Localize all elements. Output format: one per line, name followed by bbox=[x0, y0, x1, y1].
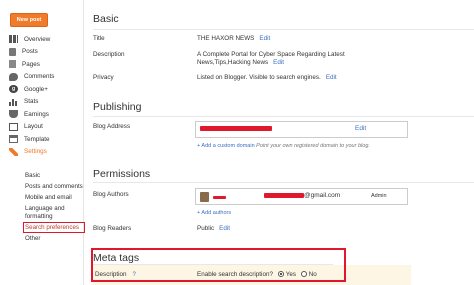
permissions-heading: Permissions bbox=[93, 168, 151, 180]
title-edit-link[interactable]: Edit bbox=[259, 35, 270, 42]
blog-authors-label: Blog Authors bbox=[93, 191, 129, 198]
blog-authors-box: @gmail.com Admin bbox=[195, 188, 408, 205]
custom-domain-hint: + Add a custom domain Point your own reg… bbox=[197, 143, 370, 149]
radio-no-label: No bbox=[308, 271, 317, 278]
author-role: Admin bbox=[371, 193, 387, 199]
title-label: Title bbox=[93, 35, 105, 42]
privacy-label: Privacy bbox=[93, 74, 114, 81]
blog-address-box: Edit bbox=[195, 121, 408, 138]
overview-icon bbox=[9, 35, 18, 44]
blog-description-value: A Complete Portal for Cyber Space Regard… bbox=[197, 51, 345, 66]
sidebar-item-label: Template bbox=[24, 135, 50, 143]
avatar bbox=[200, 192, 209, 202]
blog-readers-value: Public bbox=[197, 225, 215, 232]
search-description-question-row: Enable search description? Yes No bbox=[197, 271, 317, 278]
add-authors-row: + Add authors bbox=[197, 210, 231, 216]
custom-domain-hint-text: Point your own registered domain to your… bbox=[256, 143, 370, 149]
redacted-email bbox=[264, 193, 304, 198]
radio-yes-label: Yes bbox=[285, 271, 296, 278]
stats-icon bbox=[9, 97, 18, 106]
sidebar-item-label: Layout bbox=[24, 123, 43, 131]
radio-yes[interactable] bbox=[277, 271, 284, 277]
meta-tags-heading: Meta tags bbox=[93, 252, 140, 264]
sidebar-item-label: Pages bbox=[22, 60, 40, 68]
meta-description-label-row: Description? bbox=[95, 271, 136, 278]
sidebar-item-google-plus[interactable]: g Google+ bbox=[9, 83, 81, 96]
address-edit-link[interactable]: Edit bbox=[355, 125, 366, 132]
description-value-row: A Complete Portal for Cyber Space Regard… bbox=[197, 51, 393, 67]
sidebar-item-overview[interactable]: Overview bbox=[9, 33, 81, 46]
author-email-suffix: @gmail.com bbox=[304, 192, 341, 199]
sidebar-item-label: Posts bbox=[22, 48, 38, 56]
redacted-address bbox=[200, 126, 272, 131]
sidebar-item-stats[interactable]: Stats bbox=[9, 96, 81, 109]
sidebar-nav: Overview Posts Pages Comments g Google+ … bbox=[9, 33, 81, 158]
divider bbox=[93, 264, 333, 265]
divider bbox=[93, 29, 474, 30]
new-post-button[interactable]: New post bbox=[10, 13, 48, 27]
privacy-value: Listed on Blogger. Visible to search eng… bbox=[197, 74, 321, 81]
sidebar: New post Overview Posts Pages Comments g… bbox=[0, 0, 85, 285]
basic-heading: Basic bbox=[93, 13, 119, 25]
search-description-question: Enable search description? bbox=[197, 271, 273, 278]
redacted-name bbox=[213, 196, 226, 199]
blog-title-value: THE HAXOR NEWS bbox=[197, 35, 255, 42]
readers-edit-link[interactable]: Edit bbox=[219, 225, 230, 232]
settings-main: Basic Title THE HAXOR NEWS Edit Descripti… bbox=[84, 0, 474, 285]
help-icon[interactable]: ? bbox=[133, 272, 136, 278]
blog-readers-row: Public Edit bbox=[197, 225, 230, 232]
sidebar-item-posts[interactable]: Posts bbox=[9, 46, 81, 59]
sidebar-item-label: Comments bbox=[24, 73, 55, 81]
sidebar-item-label: Overview bbox=[24, 35, 51, 43]
divider bbox=[93, 182, 474, 183]
submenu-search-preferences[interactable]: Search preferences bbox=[23, 222, 85, 234]
template-icon bbox=[9, 135, 18, 144]
submenu-language-and-formatting[interactable]: Language and formatting bbox=[25, 205, 83, 220]
title-value-row: THE HAXOR NEWS Edit bbox=[197, 35, 270, 42]
sidebar-item-layout[interactable]: Layout bbox=[9, 121, 81, 134]
add-authors-link[interactable]: + Add authors bbox=[197, 210, 231, 216]
pages-icon bbox=[9, 60, 16, 69]
sidebar-item-template[interactable]: Template bbox=[9, 133, 81, 146]
submenu-other[interactable]: Other bbox=[25, 235, 83, 243]
sidebar-item-comments[interactable]: Comments bbox=[9, 71, 81, 84]
submenu-mobile-and-email[interactable]: Mobile and email bbox=[25, 194, 83, 202]
sidebar-item-label: Stats bbox=[24, 98, 39, 106]
sidebar-item-label: Settings bbox=[24, 148, 47, 156]
sidebar-item-pages[interactable]: Pages bbox=[9, 58, 81, 71]
privacy-edit-link[interactable]: Edit bbox=[326, 74, 337, 81]
google-plus-icon: g bbox=[9, 85, 18, 94]
submenu-posts-and-comments[interactable]: Posts and comments bbox=[25, 183, 83, 191]
sidebar-item-settings[interactable]: Settings bbox=[9, 146, 81, 159]
submenu-basic[interactable]: Basic bbox=[25, 172, 83, 180]
add-custom-domain-link[interactable]: + Add a custom domain bbox=[197, 143, 255, 149]
comments-icon bbox=[9, 72, 18, 81]
posts-icon bbox=[9, 47, 16, 56]
privacy-value-row: Listed on Blogger. Visible to search eng… bbox=[197, 74, 337, 81]
earnings-icon bbox=[9, 110, 18, 119]
sidebar-item-label: Google+ bbox=[24, 85, 48, 93]
description-label: Description bbox=[93, 51, 125, 58]
layout-icon bbox=[9, 122, 18, 131]
settings-wrench-icon bbox=[9, 147, 18, 156]
description-edit-link[interactable]: Edit bbox=[273, 59, 284, 66]
blog-address-label: Blog Address bbox=[93, 123, 131, 130]
sidebar-item-earnings[interactable]: Earnings bbox=[9, 108, 81, 121]
radio-no[interactable] bbox=[300, 271, 307, 277]
sidebar-item-label: Earnings bbox=[24, 110, 49, 118]
meta-description-label: Description bbox=[95, 271, 127, 278]
divider bbox=[93, 116, 474, 117]
blog-readers-label: Blog Readers bbox=[93, 225, 132, 232]
publishing-heading: Publishing bbox=[93, 101, 142, 113]
settings-submenu: Basic Posts and comments Mobile and emai… bbox=[23, 172, 85, 246]
